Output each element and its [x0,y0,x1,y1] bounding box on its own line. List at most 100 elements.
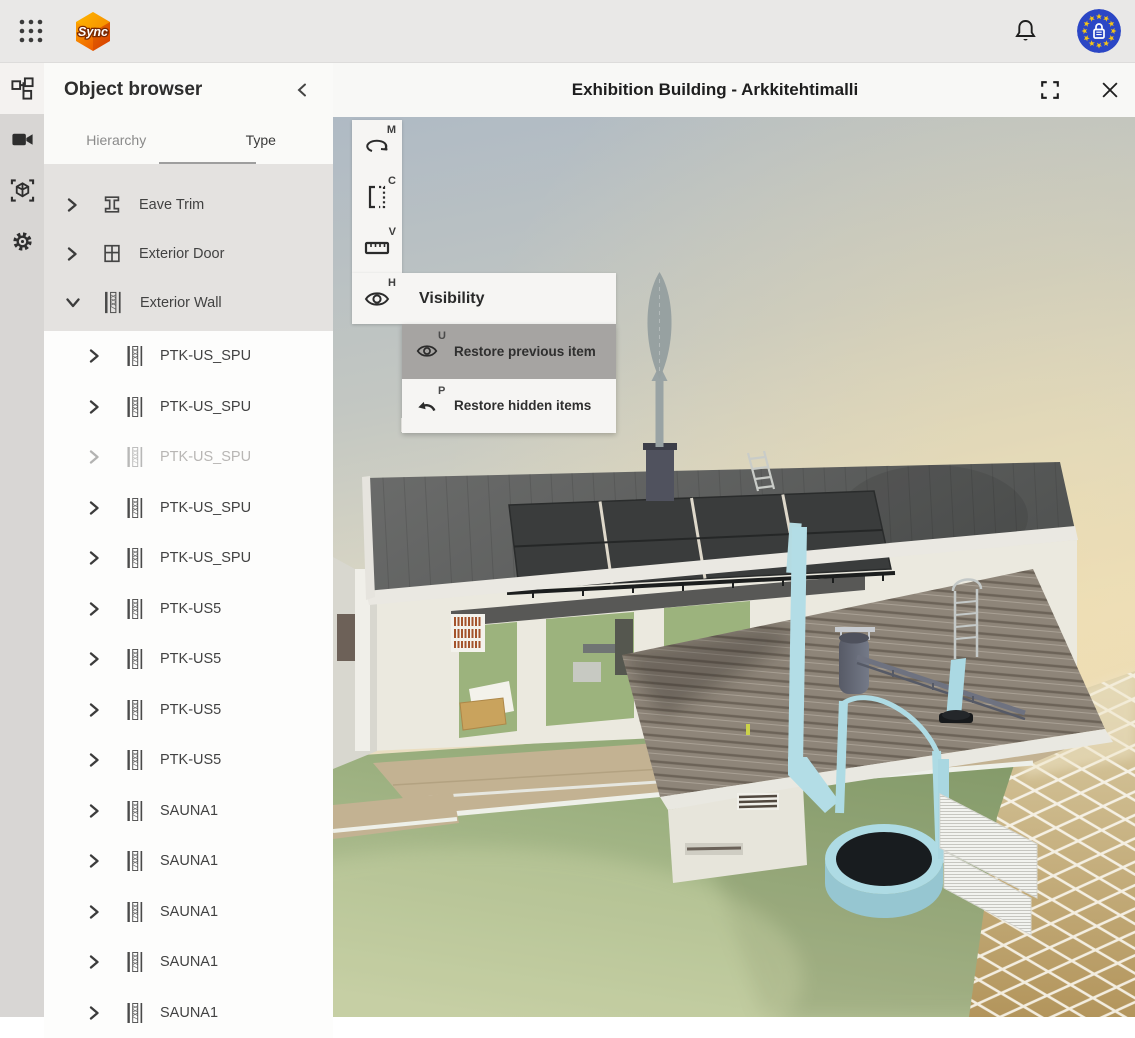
wall-type-icon [125,344,145,368]
measure-tool-button[interactable]: V [352,222,402,273]
chevron-right-icon[interactable] [88,753,101,767]
notifications-bell-icon[interactable] [1009,15,1041,47]
tree-item[interactable]: PTK-US_SPU [44,331,333,382]
rail-model-button[interactable] [0,165,44,216]
clip-plane-icon [365,184,389,210]
chevron-right-icon[interactable] [88,804,101,818]
tree-item[interactable]: SAUNA1 [44,988,333,1038]
menu-item-restore-hidden-items[interactable]: P Restore hidden items [402,379,616,434]
rail-object-browser-button[interactable] [0,63,44,114]
tree-group-exterior-door[interactable]: Exterior Door [44,229,333,278]
tree-item[interactable]: PTK-US5 [44,584,333,635]
group-label: Eave Trim [139,197,204,213]
tree-item-label: PTK-US5 [160,601,221,617]
tree-item[interactable]: PTK-US5 [44,735,333,786]
chevron-right-icon[interactable] [88,602,101,616]
tree-item-label: PTK-US_SPU [160,449,251,465]
chevron-right-icon[interactable] [66,198,79,212]
wall-type-icon [125,496,145,520]
tree-item-label: PTK-US5 [160,651,221,667]
visibility-menu-title: Visibility [419,290,485,308]
chevron-right-icon[interactable] [88,955,101,969]
tree-item-hidden[interactable]: PTK-US_SPU [44,432,333,483]
tree-group-eave-trim[interactable]: Eave Trim [44,180,333,229]
wall-type-icon [125,849,145,873]
fullscreen-icon [1039,79,1061,101]
chevron-right-icon[interactable] [88,905,101,919]
wall-type-icon [102,290,124,315]
chevron-right-icon[interactable] [88,400,101,414]
tree-item-label: PTK-US_SPU [160,348,251,364]
chevron-right-icon[interactable] [88,349,101,363]
menu-item-restore-previous-item[interactable]: U Restore previous item [402,324,616,379]
tree-item[interactable]: PTK-US_SPU [44,533,333,584]
clip-plane-tool-button[interactable]: C [352,171,402,222]
close-viewer-button[interactable] [1093,73,1127,107]
chevron-right-icon[interactable] [88,652,101,666]
chevron-right-icon[interactable] [66,247,79,261]
sync-logo-icon[interactable]: Sync [72,10,114,52]
tree-group-exterior-wall[interactable]: Exterior Wall [44,278,333,327]
chevron-down-icon[interactable] [66,296,80,309]
wall-type-icon [125,445,145,469]
wall-type-icon [125,698,145,722]
tree-item[interactable]: SAUNA1 [44,836,333,887]
top-bar: Sync Sync [0,0,1135,63]
tree-item[interactable]: SAUNA1 [44,887,333,938]
object-browser-panel: Object browser Hierarchy Type Eave Trim … [44,63,333,1017]
shortcut-key: C [388,175,396,187]
camera-icon [10,127,35,152]
viewer-toolbar: M C V [352,120,402,273]
eye-icon [364,289,390,309]
shortcut-key: U [438,330,446,342]
3d-box-icon [10,178,35,203]
tree-item-label: PTK-US_SPU [160,399,251,415]
rail-settings-button[interactable] [0,216,44,267]
fullscreen-button[interactable] [1033,73,1067,107]
left-icon-rail [0,63,44,1017]
orbit-tool-button[interactable]: M [352,120,402,171]
chevron-right-icon[interactable] [88,703,101,717]
shortcut-key: H [388,277,396,289]
tab-hierarchy[interactable]: Hierarchy [44,116,189,164]
3d-scene [333,117,1135,1017]
door-type-icon [101,241,123,266]
3d-viewport[interactable]: M C V H Visibility U Restore p [333,117,1135,1017]
shortcut-key: V [389,226,396,238]
tree-item[interactable]: PTK-US5 [44,685,333,736]
tree-item[interactable]: SAUNA1 [44,937,333,988]
exterior-wall-children: PTK-US_SPU PTK-US_SPU PTK-US_SPU PTK-US_… [44,331,333,1038]
wall-type-icon [125,900,145,924]
user-avatar[interactable] [1077,9,1121,53]
wall-type-icon [125,748,145,772]
tree-item[interactable]: PTK-US_SPU [44,483,333,534]
wall-type-icon [125,950,145,974]
menu-item-label: Restore hidden items [454,398,591,413]
chevron-right-icon[interactable] [88,551,101,565]
shortcut-key: P [438,385,445,397]
browser-tabs: Hierarchy Type [44,116,333,164]
wall-type-icon [125,546,145,570]
tab-type[interactable]: Type [189,116,334,164]
object-browser-header: Object browser [44,63,333,116]
chevron-right-icon[interactable] [88,1006,101,1020]
visibility-tool-button[interactable]: H Visibility [352,273,616,324]
chevron-right-icon[interactable] [88,501,101,515]
active-tab-indicator [159,162,256,164]
collapse-panel-button[interactable] [287,75,317,105]
chevron-right-icon[interactable] [88,450,101,464]
tree-item-label: SAUNA1 [160,904,218,920]
viewer-titlebar: Exhibition Building - Arkkitehtimalli [333,63,1135,117]
tree-item-label: PTK-US5 [160,752,221,768]
app-grid-icon[interactable] [16,16,46,46]
panel-title: Object browser [64,79,287,101]
eave-trim-type-icon [101,192,123,217]
rail-views-button[interactable] [0,114,44,165]
tree-item[interactable]: SAUNA1 [44,786,333,837]
chevron-right-icon[interactable] [88,854,101,868]
tree-item-label: PTK-US5 [160,702,221,718]
group-label: Exterior Door [139,246,224,262]
tree-item[interactable]: PTK-US_SPU [44,382,333,433]
eye-icon [416,341,438,361]
tree-item[interactable]: PTK-US5 [44,634,333,685]
